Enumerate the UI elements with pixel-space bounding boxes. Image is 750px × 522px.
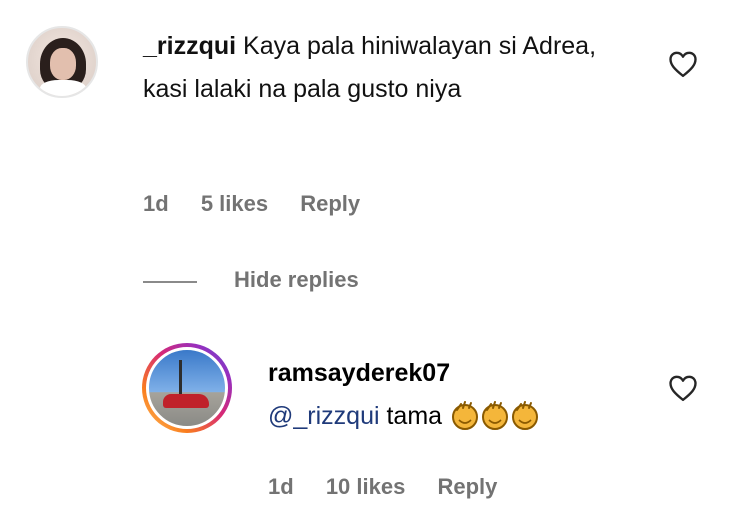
reply-avatar-photo [146,347,228,429]
hide-replies-button[interactable]: Hide replies [234,265,359,295]
reply-text: tama [386,402,443,430]
comment-body: _rizzqui Kaya pala hiniwalayan si Adrea,… [143,25,643,111]
mention-link[interactable]: @_rizzqui [268,402,380,430]
comment-likes[interactable]: 5 likes [201,191,268,216]
reply-avatar[interactable] [142,343,232,433]
clapping-hands-emoji-icon [512,401,539,430]
reply-button[interactable]: Reply [300,191,360,216]
clapping-hands-emoji-icon [482,401,509,430]
comment-username[interactable]: _rizzqui [143,32,236,60]
reply-reply-button[interactable]: Reply [437,474,497,499]
reply-body: @_rizzqui tama [268,396,539,436]
reply-time: 1d [268,474,294,499]
reply-username[interactable]: ramsayderek07 [268,356,450,390]
avatar[interactable] [26,26,98,98]
reply-likes[interactable]: 10 likes [326,474,406,499]
avatar-shirt [40,80,86,96]
avatar-car [163,394,209,408]
replies-divider [143,281,197,283]
avatar-pole [179,360,182,396]
comment-time: 1d [143,191,169,216]
like-heart-icon[interactable] [668,374,698,402]
reply-meta: 1d 10 likes Reply [268,472,523,502]
avatar-face [50,48,76,80]
clapping-hands-emoji-icon [452,401,479,430]
like-heart-icon[interactable] [668,50,698,78]
comment-meta: 1d 5 likes Reply [143,189,386,219]
